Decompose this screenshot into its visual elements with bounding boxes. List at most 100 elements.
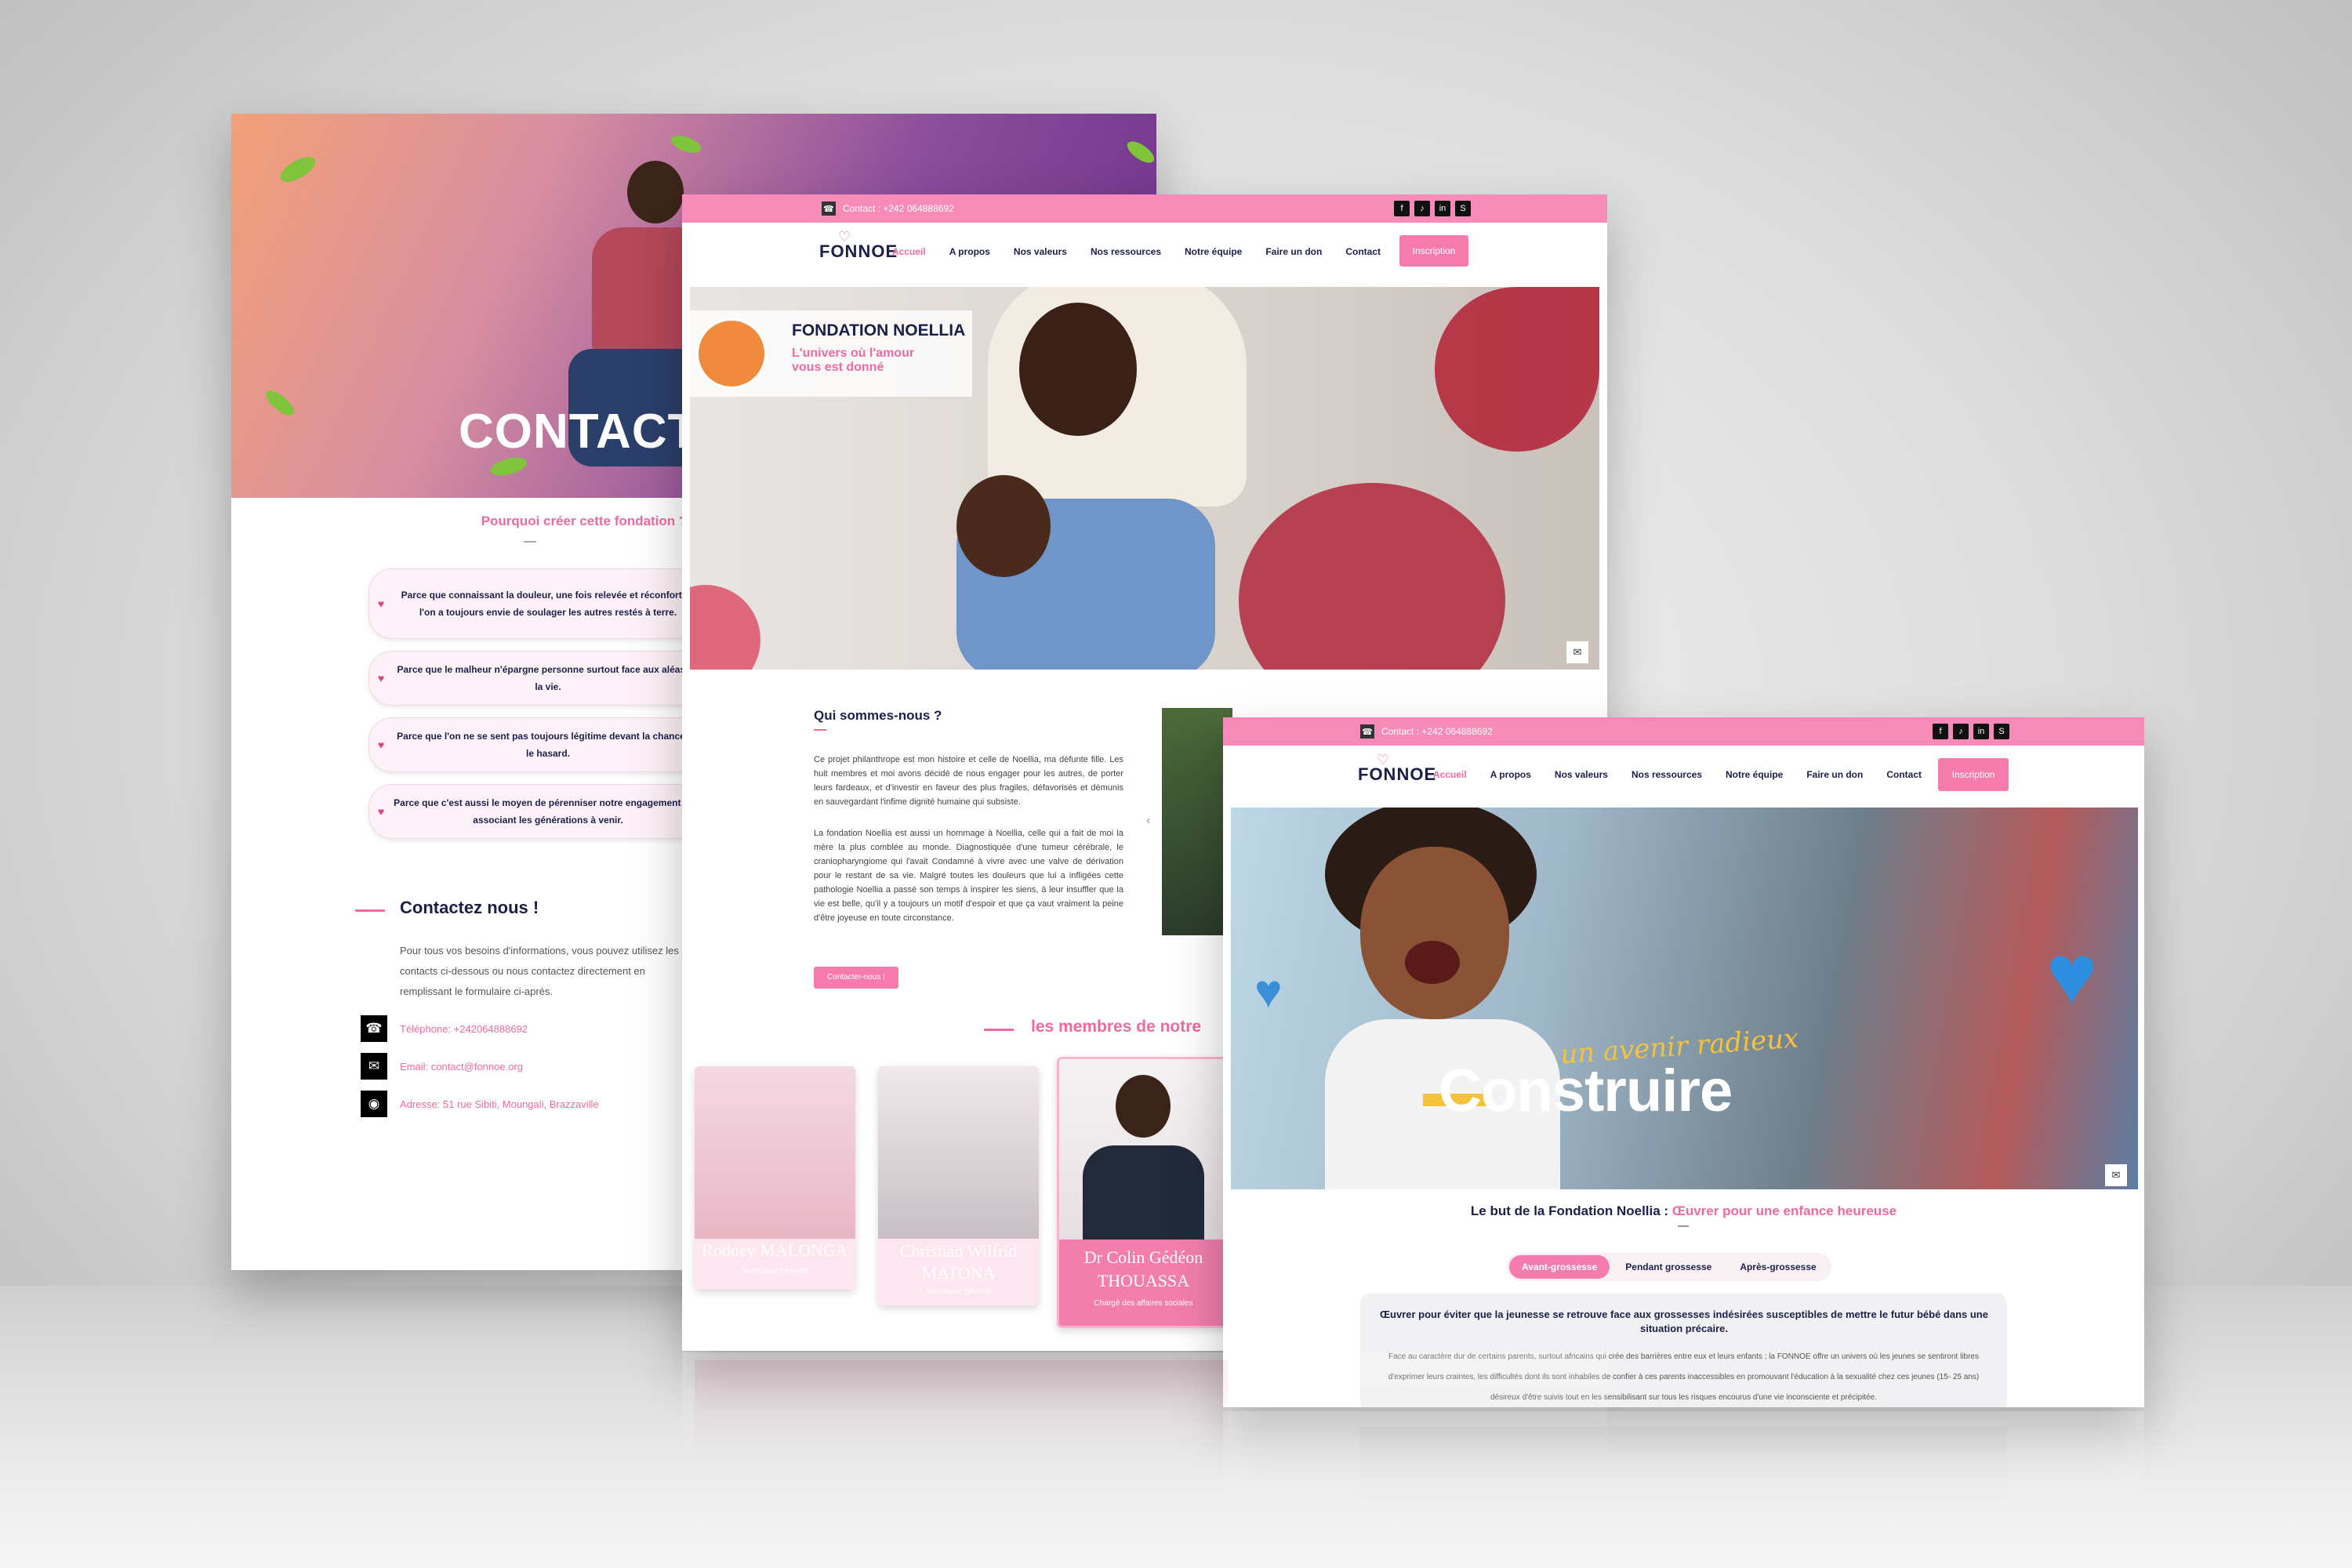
member-name: Rodney MALONGA	[702, 1240, 848, 1260]
home-hero: FONDATION NOELLIA L'univers où l'amour v…	[690, 287, 1599, 670]
slider-prev-icon[interactable]: ‹	[1146, 814, 1150, 828]
nav-a-propos[interactable]: A propos	[1490, 769, 1531, 780]
mail-float-icon[interactable]: ✉	[2105, 1164, 2127, 1186]
nav-contact[interactable]: Contact	[1886, 769, 1922, 780]
location-icon: ◉	[361, 1091, 387, 1117]
leaf-decoration	[276, 151, 320, 187]
phone-icon: ☎	[361, 1015, 387, 1042]
linkedin-icon[interactable]: in	[1435, 201, 1450, 216]
nav-accueil[interactable]: Accueil	[892, 246, 926, 257]
social-icons: f ♪ in S	[1394, 201, 1471, 216]
member-photo	[1059, 1059, 1228, 1240]
inscription-button[interactable]: Inscription	[1399, 235, 1468, 267]
who-title: Qui sommes-nous ?	[814, 708, 942, 723]
facebook-icon[interactable]: f	[1394, 201, 1410, 216]
member-card[interactable]: Rodney MALONGA Secrétaire trésorier	[695, 1066, 855, 1290]
goal-hero: ♥ ♥ un avenir radieux Construire ✉	[1231, 808, 2138, 1189]
contact-title: Contactez nous !	[400, 898, 539, 917]
tab-pendant-grossesse[interactable]: Pendant grossesse	[1613, 1255, 1724, 1279]
blue-heart-decoration: ♥	[2046, 927, 2098, 1023]
nav-faire-un-don[interactable]: Faire un don	[1806, 769, 1863, 780]
member-name: Dr Colin Gédéon THOUASSA	[1083, 1247, 1203, 1290]
reason-card: ♥ Parce que le malheur n'épargne personn…	[368, 651, 715, 706]
nav-a-propos[interactable]: A propos	[949, 246, 990, 257]
tiktok-icon[interactable]: ♪	[1414, 201, 1430, 216]
member-role: Chargé des affaires sociales	[1094, 1299, 1193, 1308]
child-mouth	[1405, 941, 1460, 984]
social-icons: f ♪ in S	[1933, 724, 2009, 739]
mockup-reflection	[1223, 1411, 2144, 1537]
nav-nos-valeurs[interactable]: Nos valeurs	[1014, 246, 1067, 257]
nav-notre-equipe[interactable]: Notre équipe	[1726, 769, 1783, 780]
nav-notre-equipe[interactable]: Notre équipe	[1185, 246, 1242, 257]
tab-apres-grossesse[interactable]: Après-grossesse	[1727, 1255, 1828, 1279]
inscription-button[interactable]: Inscription	[1938, 758, 2009, 791]
members-title: les membres de notre	[1031, 1018, 1202, 1036]
banner-title: FONDATION NOELLIA	[792, 321, 966, 339]
heart-icon: ♥	[377, 805, 385, 818]
linkedin-icon[interactable]: in	[1973, 724, 1989, 739]
nav-nos-valeurs[interactable]: Nos valeurs	[1555, 769, 1608, 780]
contact-bar-text: Contact : +242 064888692	[1381, 726, 1493, 737]
member-name: Christian Wilfrid MATONA	[899, 1241, 1018, 1283]
tab-content-title: Œuvrer pour éviter que la jeunesse se re…	[1380, 1308, 1988, 1334]
goal-title: Le but de la Fondation Noellia : Œuvrer …	[1470, 1203, 1897, 1218]
main-nav: Accueil A propos Nos valeurs Nos ressour…	[1433, 769, 1922, 780]
address-row: ◉ Adresse: 51 rue Sibiti, Moungali, Braz…	[361, 1091, 599, 1117]
leaf-decoration	[669, 132, 703, 157]
contact-us-button[interactable]: Contacter-nous !	[814, 967, 898, 989]
heart-logo-icon: ♡	[838, 229, 852, 245]
main-nav: Accueil A propos Nos valeurs Nos ressour…	[892, 246, 1381, 257]
foundation-banner: FONDATION NOELLIA L'univers où l'amour v…	[690, 310, 972, 397]
why-underline	[524, 541, 536, 543]
hero-title: Construire	[1439, 1058, 1733, 1124]
facebook-icon[interactable]: f	[1933, 724, 1948, 739]
blue-heart-decoration: ♥	[1254, 965, 1283, 1018]
heart-icon: ♥	[377, 597, 385, 610]
nav-nos-ressources[interactable]: Nos ressources	[1632, 769, 1702, 780]
heart-logo-icon: ♡	[1377, 752, 1391, 768]
mail-icon: ✉	[361, 1053, 387, 1080]
logo[interactable]: ♡ FONNOE	[1358, 752, 1436, 785]
nav-contact[interactable]: Contact	[1345, 246, 1381, 257]
heart-icon: ♥	[377, 739, 385, 751]
banner-subtitle: L'univers où l'amour vous est donné	[792, 347, 915, 374]
contact-text: Pour tous vos besoins d'informations, vo…	[400, 945, 679, 997]
skype-icon[interactable]: S	[1455, 201, 1471, 216]
member-role: Secrétaire général	[926, 1287, 991, 1296]
nav-nos-ressources[interactable]: Nos ressources	[1091, 246, 1161, 257]
red-circle-decoration	[1239, 483, 1505, 670]
heart-icon: ♥	[377, 672, 385, 684]
email-row[interactable]: ✉ Email: contact@fonnoe.org	[361, 1053, 523, 1080]
logo[interactable]: ♡ FONNOE	[819, 229, 898, 262]
skype-icon[interactable]: S	[1994, 724, 2009, 739]
who-paragraph-1: Ce projet philanthrope est mon histoire …	[814, 755, 1123, 807]
slider-photo	[1162, 708, 1232, 935]
leaf-decoration	[262, 386, 298, 420]
phone-icon: ☎	[822, 201, 836, 216]
who-underline	[814, 729, 826, 731]
goal-underline	[1678, 1225, 1689, 1227]
nav-faire-un-don[interactable]: Faire un don	[1265, 246, 1322, 257]
reason-card: ♥ Parce que connaissant la douleur, une …	[368, 568, 715, 639]
reason-card: ♥ Parce que c'est aussi le moyen de pére…	[368, 784, 715, 839]
tab-avant-grossesse[interactable]: Avant-grossesse	[1509, 1255, 1610, 1279]
red-circle-decoration	[1435, 287, 1599, 452]
pink-circle-decoration	[690, 585, 760, 670]
member-photo	[695, 1066, 855, 1239]
reason-card: ♥ Parce que l'on ne se sent pas toujours…	[368, 717, 715, 772]
mother-head	[1019, 303, 1137, 436]
goal-page-mockup: ☎ Contact : +242 064888692 f ♪ in S ♡ FO…	[1223, 717, 2144, 1407]
member-card[interactable]: Dr Colin Gédéon THOUASSA Chargé des affa…	[1057, 1057, 1230, 1328]
tiktok-icon[interactable]: ♪	[1953, 724, 1969, 739]
child-portrait	[696, 318, 767, 389]
child-face	[1360, 847, 1509, 1019]
mail-float-icon[interactable]: ✉	[1566, 641, 1588, 663]
members-line	[984, 1029, 1014, 1031]
leaf-decoration	[1123, 137, 1156, 167]
who-paragraph-2: La fondation Noellia est aussi un hommag…	[814, 829, 1123, 923]
member-card[interactable]: Christian Wilfrid MATONA Secrétaire géné…	[878, 1066, 1039, 1305]
nav-accueil[interactable]: Accueil	[1433, 769, 1467, 780]
contact-title-line	[355, 909, 385, 912]
phone-row[interactable]: ☎ Téléphone: +242064888692	[361, 1015, 528, 1042]
